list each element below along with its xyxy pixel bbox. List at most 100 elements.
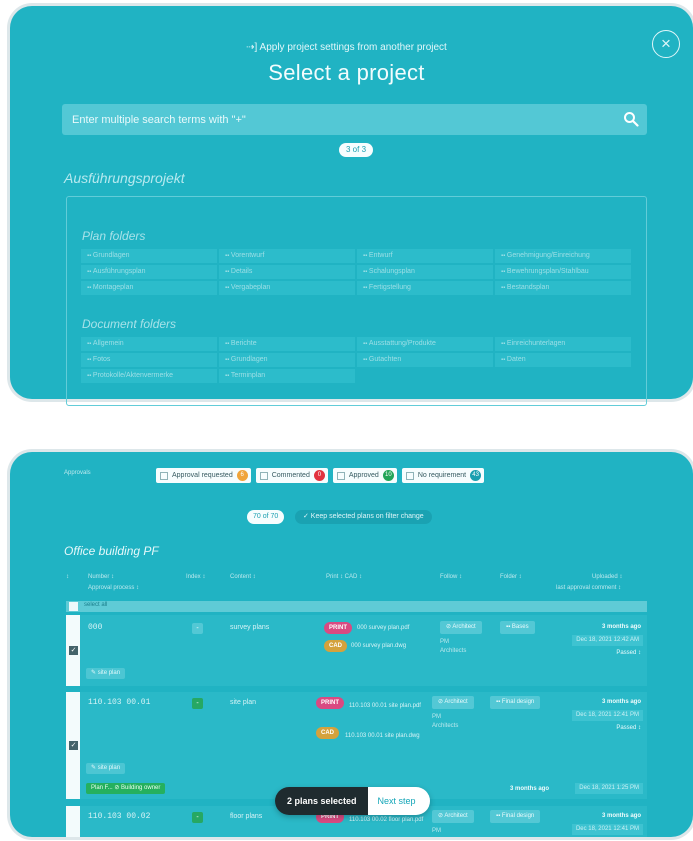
plan-content: site plan bbox=[230, 699, 257, 706]
filter-no-requirement[interactable]: No requirement 43 bbox=[401, 468, 485, 483]
status-badge[interactable]: Passed ↕ bbox=[616, 725, 641, 731]
approval-ago: 3 months ago bbox=[509, 786, 549, 792]
uploaded-ago: 3 months ago bbox=[601, 624, 641, 630]
count-badge: 6 bbox=[236, 470, 248, 481]
folder-item[interactable]: Entwurf bbox=[357, 249, 493, 263]
print-file[interactable]: 000 survey plan.pdf bbox=[357, 625, 409, 631]
folder-item[interactable]: Gutachten bbox=[357, 353, 493, 367]
folder-item[interactable]: Vorentwurf bbox=[219, 249, 355, 263]
folder-item[interactable]: Daten bbox=[495, 353, 631, 367]
row-checkbox[interactable]: ✓ bbox=[69, 741, 78, 750]
follow-role: PM bbox=[440, 639, 449, 645]
follow-button[interactable]: ⊘ Architect bbox=[432, 810, 474, 823]
checkbox[interactable] bbox=[336, 471, 345, 480]
cad-tag[interactable]: CAD bbox=[316, 727, 339, 739]
table-row[interactable]: ✓ 110.103 00.01 - site plan PRINT 110.10… bbox=[66, 692, 647, 799]
col-folder[interactable]: Folder ↕ bbox=[500, 574, 522, 580]
plan-folders-grid: Grundlagen Vorentwurf Entwurf Genehmigun… bbox=[81, 249, 631, 295]
plan-tag[interactable]: ✎ site plan bbox=[86, 668, 126, 679]
folder-item[interactable]: Einreichunterlagen bbox=[495, 337, 631, 351]
cad-file[interactable]: 000 survey plan.dwg bbox=[351, 643, 406, 649]
checkbox[interactable] bbox=[160, 471, 168, 480]
building-title: Office building PF bbox=[64, 544, 159, 558]
row-checkbox[interactable]: ✓ bbox=[69, 646, 78, 655]
document-folders-grid: Allgemein Berichte Ausstattung/Produkte … bbox=[81, 337, 631, 383]
uploaded-ago: 3 months ago bbox=[601, 699, 641, 705]
col-last-approval[interactable]: last approval comment ↕ bbox=[556, 585, 621, 591]
follow-org: Architects bbox=[432, 723, 459, 729]
filter-commented[interactable]: Commented 0 bbox=[255, 468, 328, 483]
project-folders-box: Plan folders Grundlagen Vorentwurf Entwu… bbox=[66, 196, 647, 406]
print-tag[interactable]: PRINT bbox=[324, 622, 352, 634]
count-badge: 10 bbox=[382, 470, 394, 481]
project-name[interactable]: Ausführungsprojekt bbox=[64, 170, 185, 186]
folder-item[interactable]: Montageplan bbox=[81, 281, 217, 295]
dialog-title: Select a project bbox=[268, 60, 425, 85]
folder-item[interactable]: Grundlagen bbox=[219, 353, 355, 367]
cad-file[interactable]: 110.103 00.01 site plan.dwg bbox=[345, 730, 429, 743]
col-follow[interactable]: Follow ↕ bbox=[440, 574, 462, 580]
print-tag[interactable]: PRINT bbox=[316, 697, 344, 709]
folder-item[interactable]: Details bbox=[219, 265, 355, 279]
folder-item[interactable]: Ausstattung/Produkte bbox=[357, 337, 493, 351]
folder-item[interactable]: Bestandsplan bbox=[495, 281, 631, 295]
uploaded-date: Dec 18, 2021 12:42 AM bbox=[572, 635, 643, 646]
checkbox[interactable] bbox=[405, 471, 414, 480]
plan-content: floor plans bbox=[230, 813, 263, 820]
status-badge[interactable]: Passed ↕ bbox=[616, 650, 641, 656]
folder-item[interactable]: Fertigstellung bbox=[357, 281, 493, 295]
print-file[interactable]: 110.103 00.02 floor plan.pdf bbox=[349, 814, 429, 827]
search-input[interactable] bbox=[72, 104, 612, 135]
apply-settings-link[interactable]: ⇢] Apply project settings from another p… bbox=[0, 42, 693, 53]
follow-org: Architects bbox=[440, 648, 467, 654]
select-all-row[interactable]: select all bbox=[66, 601, 647, 612]
col-content[interactable]: Content ↕ bbox=[230, 574, 256, 580]
folder-item[interactable]: Protokolle/Aktenvermerke bbox=[81, 369, 217, 383]
sort-arrow-icon[interactable]: ↕ bbox=[66, 574, 69, 580]
folder-button[interactable]: ▪▪ Final design bbox=[490, 810, 541, 823]
print-file[interactable]: 110.103 00.01 site plan.pdf bbox=[349, 700, 429, 713]
approval-date: Dec 18, 2021 1:25 PM bbox=[575, 783, 643, 794]
cad-tag[interactable]: CAD bbox=[324, 640, 347, 652]
folder-button[interactable]: ▪▪ Final design bbox=[490, 696, 541, 709]
uploaded-ago: 3 months ago bbox=[601, 813, 641, 819]
table-row[interactable]: ✓ 000 - survey plans PRINT 000 survey pl… bbox=[66, 615, 647, 686]
folder-item[interactable]: Ausführungsplan bbox=[81, 265, 217, 279]
search-bar bbox=[62, 104, 647, 135]
document-folders-title: Document folders bbox=[82, 317, 177, 331]
col-index[interactable]: Index ↕ bbox=[186, 574, 205, 580]
checkbox[interactable] bbox=[259, 471, 268, 480]
plans-selected-label: 2 plans selected bbox=[275, 787, 368, 815]
folder-item[interactable]: Terminplan bbox=[219, 369, 355, 383]
col-print-cad[interactable]: Print ↕ CAD ↕ bbox=[326, 574, 362, 580]
select-all-checkbox[interactable] bbox=[69, 602, 78, 611]
search-icon[interactable] bbox=[623, 111, 639, 127]
folder-item[interactable]: Genehmigung/Einreichung bbox=[495, 249, 631, 263]
folder-item[interactable]: Allgemein bbox=[81, 337, 217, 351]
plan-tag[interactable]: ✎ site plan bbox=[86, 763, 126, 774]
approvals-label: Approvals bbox=[64, 470, 91, 476]
folder-item[interactable]: Grundlagen bbox=[81, 249, 217, 263]
folder-item[interactable]: Berichte bbox=[219, 337, 355, 351]
plan-number: 110.103 00.01 bbox=[88, 698, 151, 707]
filter-approval-requested[interactable]: Approval requested 6 bbox=[156, 468, 251, 483]
col-number[interactable]: Number ↕ bbox=[88, 574, 114, 580]
folder-item[interactable]: Fotos bbox=[81, 353, 217, 367]
approval-tag[interactable]: Plan F... ⊘ Building owner bbox=[86, 783, 166, 794]
col-approval-process[interactable]: Approval process ↕ bbox=[88, 585, 139, 591]
follow-role: PM bbox=[432, 828, 441, 834]
folder-item[interactable]: Vergabeplan bbox=[219, 281, 355, 295]
folder-item[interactable]: Bewehrungsplan/Stahlbau bbox=[495, 265, 631, 279]
col-uploaded[interactable]: Uploaded ↕ bbox=[592, 574, 622, 580]
follow-button[interactable]: ⊘ Architect bbox=[432, 696, 474, 709]
plan-count-badge: 70 of 70 bbox=[247, 510, 285, 524]
next-step-button[interactable]: Next step bbox=[367, 787, 430, 815]
follow-button[interactable]: ⊘ Architect bbox=[440, 621, 482, 634]
folder-button[interactable]: ▪▪ Bases bbox=[500, 621, 535, 634]
folder-item[interactable]: Schalungsplan bbox=[357, 265, 493, 279]
result-count-badge: 3 of 3 bbox=[339, 143, 374, 157]
keep-selected-toggle[interactable]: ✓ Keep selected plans on filter change bbox=[295, 510, 432, 524]
filter-approved[interactable]: Approved 10 bbox=[332, 468, 397, 483]
select-all-label: select all bbox=[84, 602, 108, 608]
index-badge: - bbox=[192, 698, 203, 709]
